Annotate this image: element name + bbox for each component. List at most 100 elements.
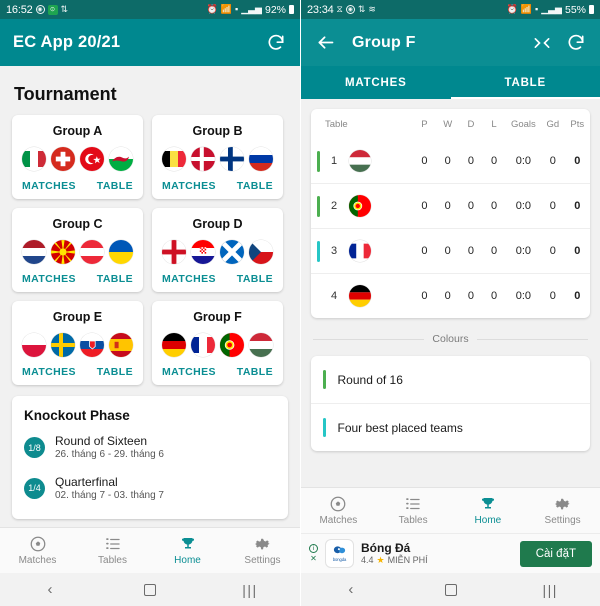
- collapse-icon[interactable]: [531, 32, 553, 54]
- group-table-link[interactable]: TABLE: [237, 273, 273, 285]
- status-bar-left-group: 16:52 ◉ ⊙ ⇅: [6, 4, 68, 16]
- flag-russia: [249, 147, 273, 171]
- cell-l: 0: [482, 274, 505, 319]
- recents-button[interactable]: |||: [200, 573, 300, 606]
- group-card[interactable]: Group D MATCHES TABLE: [152, 208, 283, 292]
- group-flags: [20, 147, 135, 171]
- group-title: Group E: [20, 310, 135, 324]
- group-table-link[interactable]: TABLE: [97, 180, 133, 192]
- colours-divider: Colours: [301, 318, 600, 356]
- group-matches-link[interactable]: MATCHES: [22, 366, 76, 378]
- trophy-icon: [179, 535, 197, 553]
- table-row[interactable]: 4 0 0 0 0 0:0 0 0: [311, 274, 590, 319]
- flag-turkey: [80, 147, 104, 171]
- col-header-goals: Goals: [506, 109, 541, 139]
- group-flags: [160, 147, 275, 171]
- back-arrow-icon[interactable]: [314, 32, 336, 54]
- nav-item-tables[interactable]: Tables: [75, 528, 150, 573]
- group-matches-link[interactable]: MATCHES: [162, 180, 216, 192]
- team-cell: 3: [311, 229, 413, 274]
- knockout-round-date: 26. tháng 6 - 29. tháng 6: [55, 449, 164, 462]
- close-icon[interactable]: ✕: [310, 554, 317, 563]
- nav-label: Tables: [399, 515, 428, 526]
- team-rank: 1: [330, 155, 339, 167]
- col-header-w: W: [436, 109, 459, 139]
- group-flags: [160, 333, 275, 357]
- col-header-p: P: [413, 109, 436, 139]
- table-row[interactable]: 3 0 0 0 0 0:0 0 0: [311, 229, 590, 274]
- ad-rating: 4.4: [361, 555, 374, 566]
- team-rank: 3: [330, 245, 339, 257]
- cell-w: 0: [436, 229, 459, 274]
- group-matches-link[interactable]: MATCHES: [22, 273, 76, 285]
- nav-item-settings[interactable]: Settings: [525, 488, 600, 533]
- group-table-link[interactable]: TABLE: [237, 180, 273, 192]
- nav-item-matches[interactable]: Matches: [0, 528, 75, 573]
- nav-item-settings[interactable]: Settings: [225, 528, 300, 573]
- group-card[interactable]: Group C MATCHES TABLE: [12, 208, 143, 292]
- nav-item-matches[interactable]: Matches: [301, 488, 376, 533]
- group-card[interactable]: Group A MATCHES TABLE: [12, 115, 143, 199]
- group-title: Group F: [160, 310, 275, 324]
- group-card[interactable]: Group F MATCHES TABLE: [152, 301, 283, 385]
- table-header-row: Table P W D L Goals Gd Pts: [311, 109, 590, 139]
- refresh-icon[interactable]: [565, 32, 587, 54]
- group-table-link[interactable]: TABLE: [237, 366, 273, 378]
- flag-italy: [22, 147, 46, 171]
- cell-l: 0: [482, 229, 505, 274]
- dual-screenshot: 16:52 ◉ ⊙ ⇅ ⏰ 📶 ▪ ▁▃▅ 92% EC App 20/21 T…: [0, 0, 600, 606]
- nav-item-home[interactable]: Home: [451, 488, 526, 533]
- circle-icon: ◉: [36, 5, 45, 14]
- cell-gd: 0: [541, 184, 564, 229]
- group-flags: [160, 240, 275, 264]
- tab-table[interactable]: TABLE: [451, 66, 600, 99]
- back-button[interactable]: ‹: [301, 573, 401, 606]
- recents-button[interactable]: |||: [500, 573, 600, 606]
- battery-percent: 92%: [265, 4, 286, 16]
- group-table-link[interactable]: TABLE: [97, 273, 133, 285]
- group-card[interactable]: Group B MATCHES TABLE: [152, 115, 283, 199]
- tab-bar: MATCHES TABLE: [301, 66, 600, 99]
- cell-pts: 0: [565, 139, 590, 184]
- ad-banner[interactable]: i ✕ bongda Bóng Đá 4.4 ★ MIỄN PHÍ Cài đặ…: [301, 533, 600, 573]
- group-links: MATCHES TABLE: [20, 366, 135, 378]
- flag-slovakia: [80, 333, 104, 357]
- knockout-row[interactable]: 1/8 Round of Sixteen 26. tháng 6 - 29. t…: [24, 434, 276, 462]
- flag-croatia: [191, 240, 215, 264]
- group-matches-link[interactable]: MATCHES: [162, 366, 216, 378]
- nav-item-tables[interactable]: Tables: [376, 488, 451, 533]
- group-matches-link[interactable]: MATCHES: [22, 180, 76, 192]
- page-title: EC App 20/21: [13, 33, 253, 52]
- table-row[interactable]: 2 0 0 0 0 0:0 0 0: [311, 184, 590, 229]
- home-button[interactable]: [401, 573, 501, 606]
- group-links: MATCHES TABLE: [160, 366, 275, 378]
- tab-matches[interactable]: MATCHES: [301, 66, 451, 99]
- flag-czech-republic: [249, 240, 273, 264]
- table-row[interactable]: 1 0 0 0 0 0:0 0 0: [311, 139, 590, 184]
- signal-icon: ▁▃▅: [241, 5, 262, 14]
- ad-subtitle: 4.4 ★ MIỄN PHÍ: [361, 555, 513, 566]
- group-links: MATCHES TABLE: [20, 273, 135, 285]
- knockout-row-text: Quarterfinal 02. tháng 7 - 03. tháng 7: [55, 475, 164, 503]
- info-icon[interactable]: i: [309, 544, 318, 553]
- group-table-link[interactable]: TABLE: [97, 366, 133, 378]
- wifi-calling-icon: 📶: [221, 5, 232, 14]
- cell-pts: 0: [565, 229, 590, 274]
- knockout-title: Knockout Phase: [24, 408, 276, 423]
- flag-hungary: [249, 333, 273, 357]
- status-bar-right-group: ⏰ 📶 ▪ ▁▃▅ 55%: [507, 4, 594, 16]
- battery-percent: 55%: [565, 4, 586, 16]
- ad-install-button[interactable]: Cài đặT: [520, 541, 592, 567]
- knockout-row[interactable]: 1/4 Quarterfinal 02. tháng 7 - 03. tháng…: [24, 475, 276, 503]
- team-cell: 4: [311, 274, 413, 319]
- status-bar-right-group: ⏰ 📶 ▪ ▁▃▅ 92%: [207, 4, 294, 16]
- group-card[interactable]: Group E MATCHES TABLE: [12, 301, 143, 385]
- back-button[interactable]: ‹: [0, 573, 100, 606]
- refresh-icon[interactable]: [265, 32, 287, 54]
- group-matches-link[interactable]: MATCHES: [162, 273, 216, 285]
- group-title: Group A: [20, 124, 135, 138]
- nav-item-home[interactable]: Home: [150, 528, 225, 573]
- home-button[interactable]: [100, 573, 200, 606]
- knockout-round-name: Quarterfinal: [55, 475, 164, 490]
- signal-icon: ▁▃▅: [541, 5, 562, 14]
